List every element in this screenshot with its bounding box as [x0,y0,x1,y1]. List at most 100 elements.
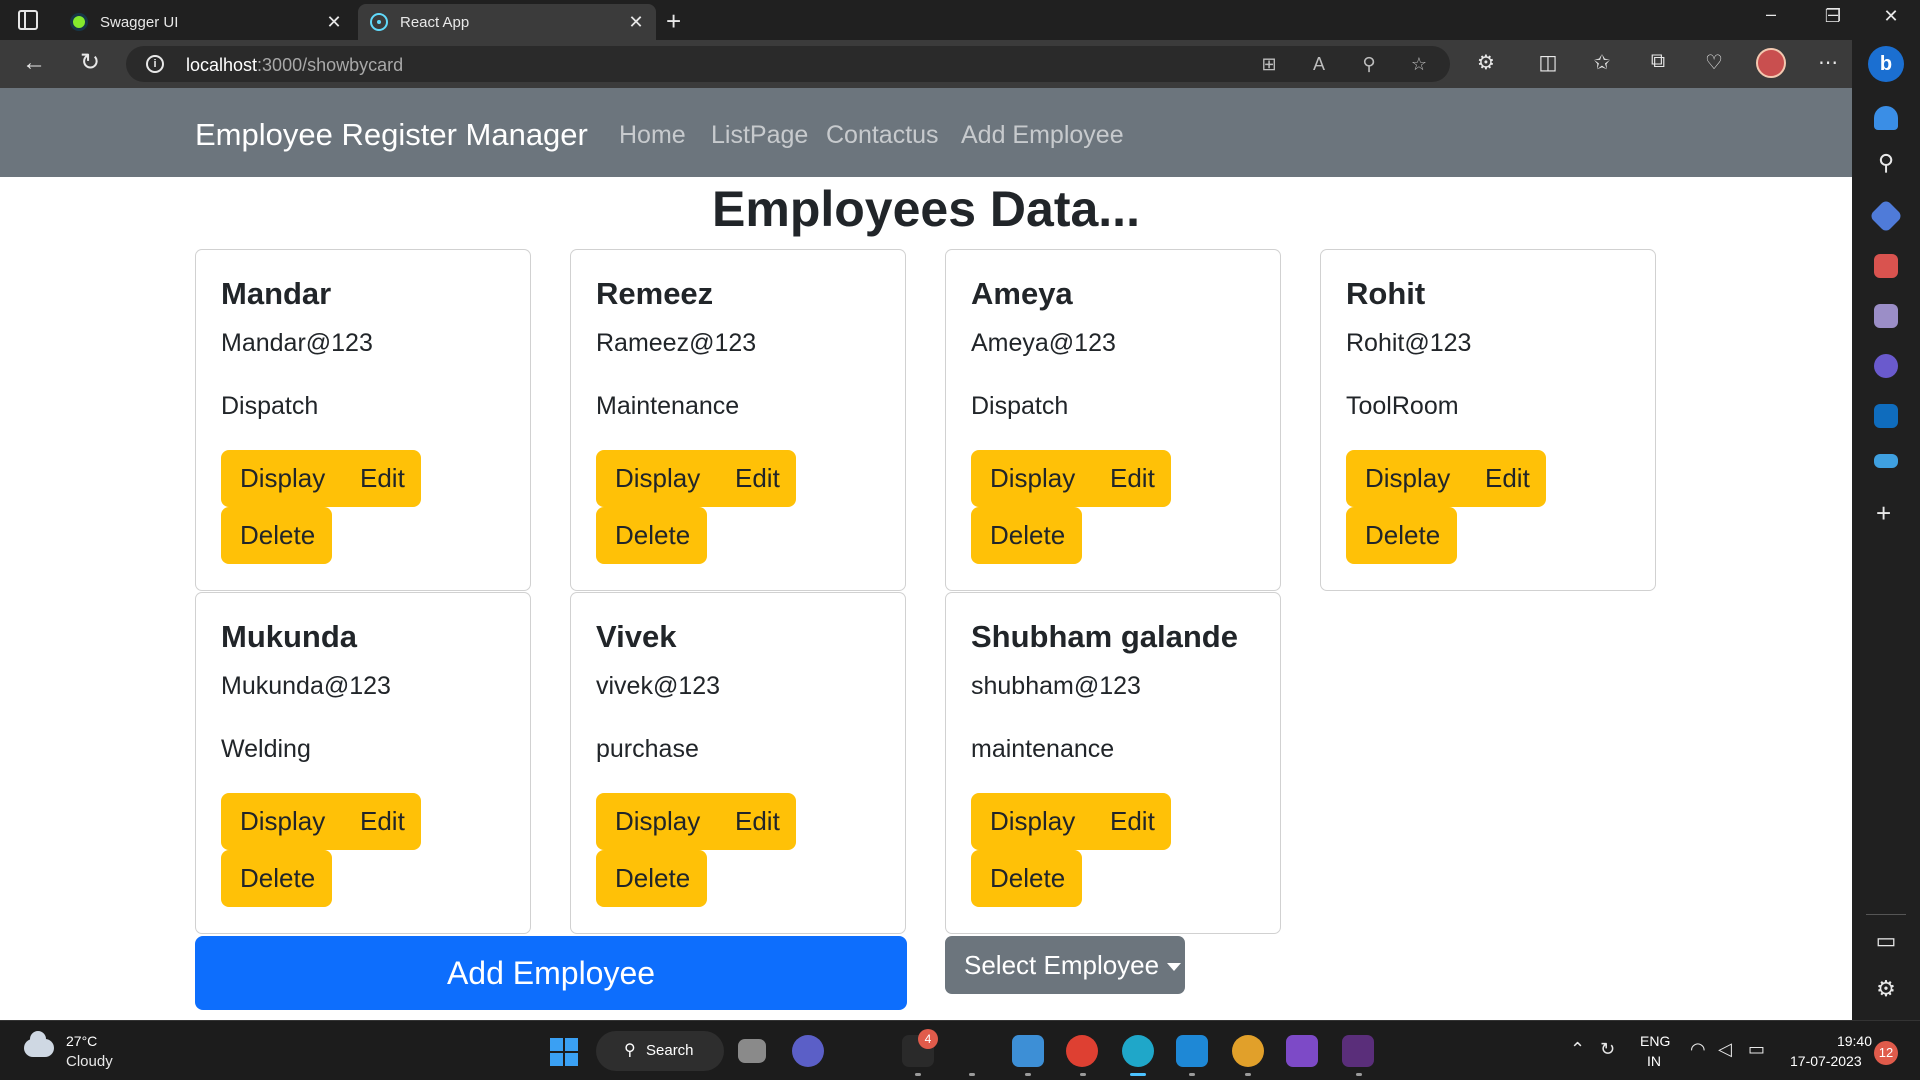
edit-button[interactable]: Edit [1466,450,1546,507]
chevron-up-icon[interactable]: ⌃ [1570,1039,1585,1060]
tab-react-app[interactable]: React App ✕ [358,4,656,40]
sidebar-settings-icon[interactable]: ⚙ [1874,976,1898,1002]
nav-link-add-employee[interactable]: Add Employee [961,121,1124,150]
edit-button[interactable]: Edit [1091,450,1171,507]
microsoft-365-icon[interactable] [1874,354,1898,378]
display-button[interactable]: Display [221,450,341,507]
close-icon[interactable]: ✕ [324,12,344,33]
read-aloud-icon[interactable]: A [1306,54,1332,75]
terminal-icon[interactable] [1342,1035,1374,1067]
more-options-icon[interactable]: ⋯ [1814,50,1842,75]
running-indicator [1245,1073,1251,1076]
language-indicator[interactable]: ENG [1640,1033,1670,1049]
display-button[interactable]: Display [1346,450,1466,507]
search-icon: ⚲ [624,1042,636,1059]
favorites-icon[interactable]: ✩ [1588,50,1616,75]
volume-icon[interactable]: ◁ [1718,1039,1732,1060]
employee-email: Ameya@123 [971,329,1116,357]
refresh-icon[interactable]: ↻ [74,48,106,80]
edge-icon[interactable] [1122,1035,1154,1067]
employee-name: Mandar [221,276,332,311]
employee-name: Remeez [596,276,714,311]
add-employee-button[interactable]: Add Employee [195,936,907,1010]
clock-time[interactable]: 19:40 [1822,1033,1872,1049]
taskbar-search[interactable]: ⚲ Search [596,1031,724,1071]
region-indicator[interactable]: IN [1647,1053,1661,1069]
edit-button[interactable]: Edit [1091,793,1171,850]
react-favicon-icon [370,13,388,31]
edit-button[interactable]: Edit [716,450,796,507]
battery-icon[interactable]: ▭ [1748,1039,1765,1060]
site-info-icon[interactable]: i [146,55,164,73]
task-view-icon[interactable] [738,1039,766,1063]
sync-icon[interactable]: ↻ [1600,1039,1615,1060]
employee-name: Shubham galande [971,619,1238,654]
edit-button[interactable]: Edit [341,450,421,507]
display-button[interactable]: Display [221,793,341,850]
new-tab-plus-icon[interactable]: + [666,6,681,37]
hide-sidebar-icon[interactable]: ▭ [1874,928,1898,954]
window-close-icon[interactable]: ✕ [1876,6,1906,27]
running-indicator [1080,1073,1086,1076]
cloud-icon[interactable] [24,1031,54,1057]
games-icon[interactable] [1874,304,1898,328]
outlook-icon[interactable] [1874,404,1898,428]
favorite-star-icon[interactable]: ☆ [1406,54,1432,75]
chrome-icon[interactable] [1066,1035,1098,1067]
collections-icon[interactable]: ⧉ [1644,50,1672,73]
delete-button[interactable]: Delete [1346,507,1457,564]
delete-button[interactable]: Delete [971,507,1082,564]
restore-icon[interactable]: ❐ [1818,6,1848,27]
nav-link-listpage[interactable]: ListPage [711,121,808,150]
teams-chat-icon[interactable] [792,1035,824,1067]
select-employee-dropdown[interactable]: Select Employee [945,936,1185,994]
weather-temperature[interactable]: 27°C [66,1033,97,1049]
delete-button[interactable]: Delete [971,850,1082,907]
add-sidebar-app-icon[interactable]: + [1876,498,1891,529]
delete-button[interactable]: Delete [596,507,707,564]
tab-actions-icon[interactable] [18,10,38,30]
split-screen-icon[interactable]: ◫ [1534,50,1562,75]
photos-icon[interactable] [1012,1035,1044,1067]
notification-center-badge[interactable]: 12 [1874,1041,1898,1065]
search-icon[interactable]: ⚲ [1874,150,1898,176]
nav-link-home[interactable]: Home [619,121,686,150]
delete-button[interactable]: Delete [221,850,332,907]
tools-briefcase-icon[interactable] [1874,254,1898,278]
clock-date[interactable]: 17-07-2023 [1790,1053,1862,1069]
app-available-icon[interactable]: ⊞ [1256,54,1282,75]
display-button[interactable]: Display [596,793,716,850]
browser-essentials-icon[interactable]: ♡ [1700,50,1728,75]
nav-link-contactus[interactable]: Contactus [826,121,939,150]
bing-chat-icon[interactable]: b [1868,46,1904,82]
url-text[interactable]: localhost:3000/showbycard [186,55,403,76]
tab-swagger-ui[interactable]: Swagger UI ✕ [58,4,354,40]
profile-avatar[interactable] [1756,48,1786,78]
chrome-profile-icon[interactable] [1232,1035,1264,1067]
employee-name: Mukunda [221,619,358,654]
wifi-icon[interactable]: ◠ [1690,1039,1706,1060]
display-button[interactable]: Display [596,450,716,507]
delete-button[interactable]: Delete [221,507,332,564]
close-icon[interactable]: ✕ [626,12,646,33]
back-arrow-icon[interactable]: ← [18,48,50,80]
edit-button[interactable]: Edit [341,793,421,850]
navbar-brand[interactable]: Employee Register Manager [195,117,588,153]
display-button[interactable]: Display [971,450,1091,507]
vscode-icon[interactable] [1176,1035,1208,1067]
zoom-icon[interactable]: ⚲ [1356,54,1382,75]
drop-icon[interactable] [1874,454,1898,468]
employee-email: Rameez@123 [596,329,757,357]
extensions-icon[interactable]: ⚙ [1472,50,1500,75]
address-bar[interactable]: i localhost:3000/showbycard ⊞ A ⚲ ☆ [126,46,1450,82]
notification-bell-icon[interactable] [1874,106,1898,130]
visual-studio-icon[interactable] [1286,1035,1318,1067]
windows-start-icon[interactable] [550,1038,578,1066]
delete-button[interactable]: Delete [596,850,707,907]
display-button[interactable]: Display [971,793,1091,850]
weather-condition[interactable]: Cloudy [66,1053,113,1070]
employee-department: Dispatch [971,392,1069,420]
shopping-tag-icon[interactable] [1869,199,1903,233]
edit-button[interactable]: Edit [716,793,796,850]
minimize-icon[interactable]: – [1756,4,1786,25]
